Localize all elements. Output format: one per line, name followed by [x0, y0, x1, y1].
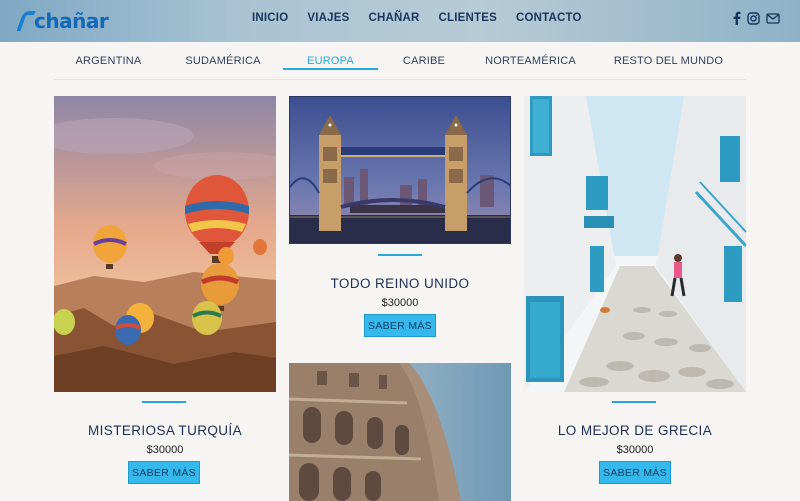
tab-europa[interactable]: EUROPA: [283, 42, 378, 80]
tab-argentina[interactable]: ARGENTINA: [54, 42, 163, 80]
main-nav: INICIO VIAJES CHAÑAR CLIENTES CONTACTO: [252, 12, 582, 24]
card-divider: [612, 401, 656, 403]
saber-mas-button-grecia[interactable]: SABER MÁS: [599, 461, 671, 484]
card-price-reino-unido: $30000: [381, 297, 419, 309]
turkey-image[interactable]: [54, 96, 276, 392]
nav-contacto[interactable]: CONTACTO: [516, 12, 582, 24]
region-tabs: ARGENTINA SUDAMÉRICA EUROPA CARIBE NORTE…: [54, 42, 746, 80]
saber-mas-button-reino-unido[interactable]: SABER MÁS: [364, 314, 436, 337]
card-title-turquia: MISTERIOSA TURQUÍA: [88, 423, 242, 438]
tab-caribe[interactable]: CARIBE: [378, 42, 470, 80]
card-divider: [142, 401, 186, 403]
logo-text: chañar: [34, 9, 109, 33]
instagram-icon[interactable]: [747, 11, 760, 25]
mail-icon[interactable]: [766, 12, 780, 24]
colosseum-image[interactable]: [289, 363, 511, 501]
logo-mark-icon: [16, 11, 36, 31]
social-links: [732, 11, 780, 25]
tab-sudamerica[interactable]: SUDAMÉRICA: [163, 42, 283, 80]
card-price-turquia: $30000: [146, 444, 184, 456]
card-divider: [378, 254, 422, 256]
saber-mas-button-turquia[interactable]: SABER MÁS: [128, 461, 200, 484]
nav-viajes[interactable]: VIAJES: [307, 12, 349, 24]
tab-resto-del-mundo[interactable]: RESTO DEL MUNDO: [591, 42, 746, 80]
card-title-reino-unido: TODO REINO UNIDO: [330, 276, 470, 291]
top-bar: chañar INICIO VIAJES CHAÑAR CLIENTES CON…: [0, 0, 800, 42]
nav-chanar[interactable]: CHAÑAR: [368, 12, 419, 24]
nav-inicio[interactable]: INICIO: [252, 12, 288, 24]
nav-clientes[interactable]: CLIENTES: [438, 12, 496, 24]
card-title-grecia: LO MEJOR DE GRECIA: [557, 423, 713, 438]
tab-norteamerica[interactable]: NORTEAMÉRICA: [470, 42, 591, 80]
facebook-icon[interactable]: [732, 11, 741, 25]
logo[interactable]: chañar: [16, 6, 109, 36]
greece-image[interactable]: [524, 96, 746, 392]
london-image[interactable]: [289, 96, 511, 244]
card-price-grecia: $30000: [616, 444, 654, 456]
